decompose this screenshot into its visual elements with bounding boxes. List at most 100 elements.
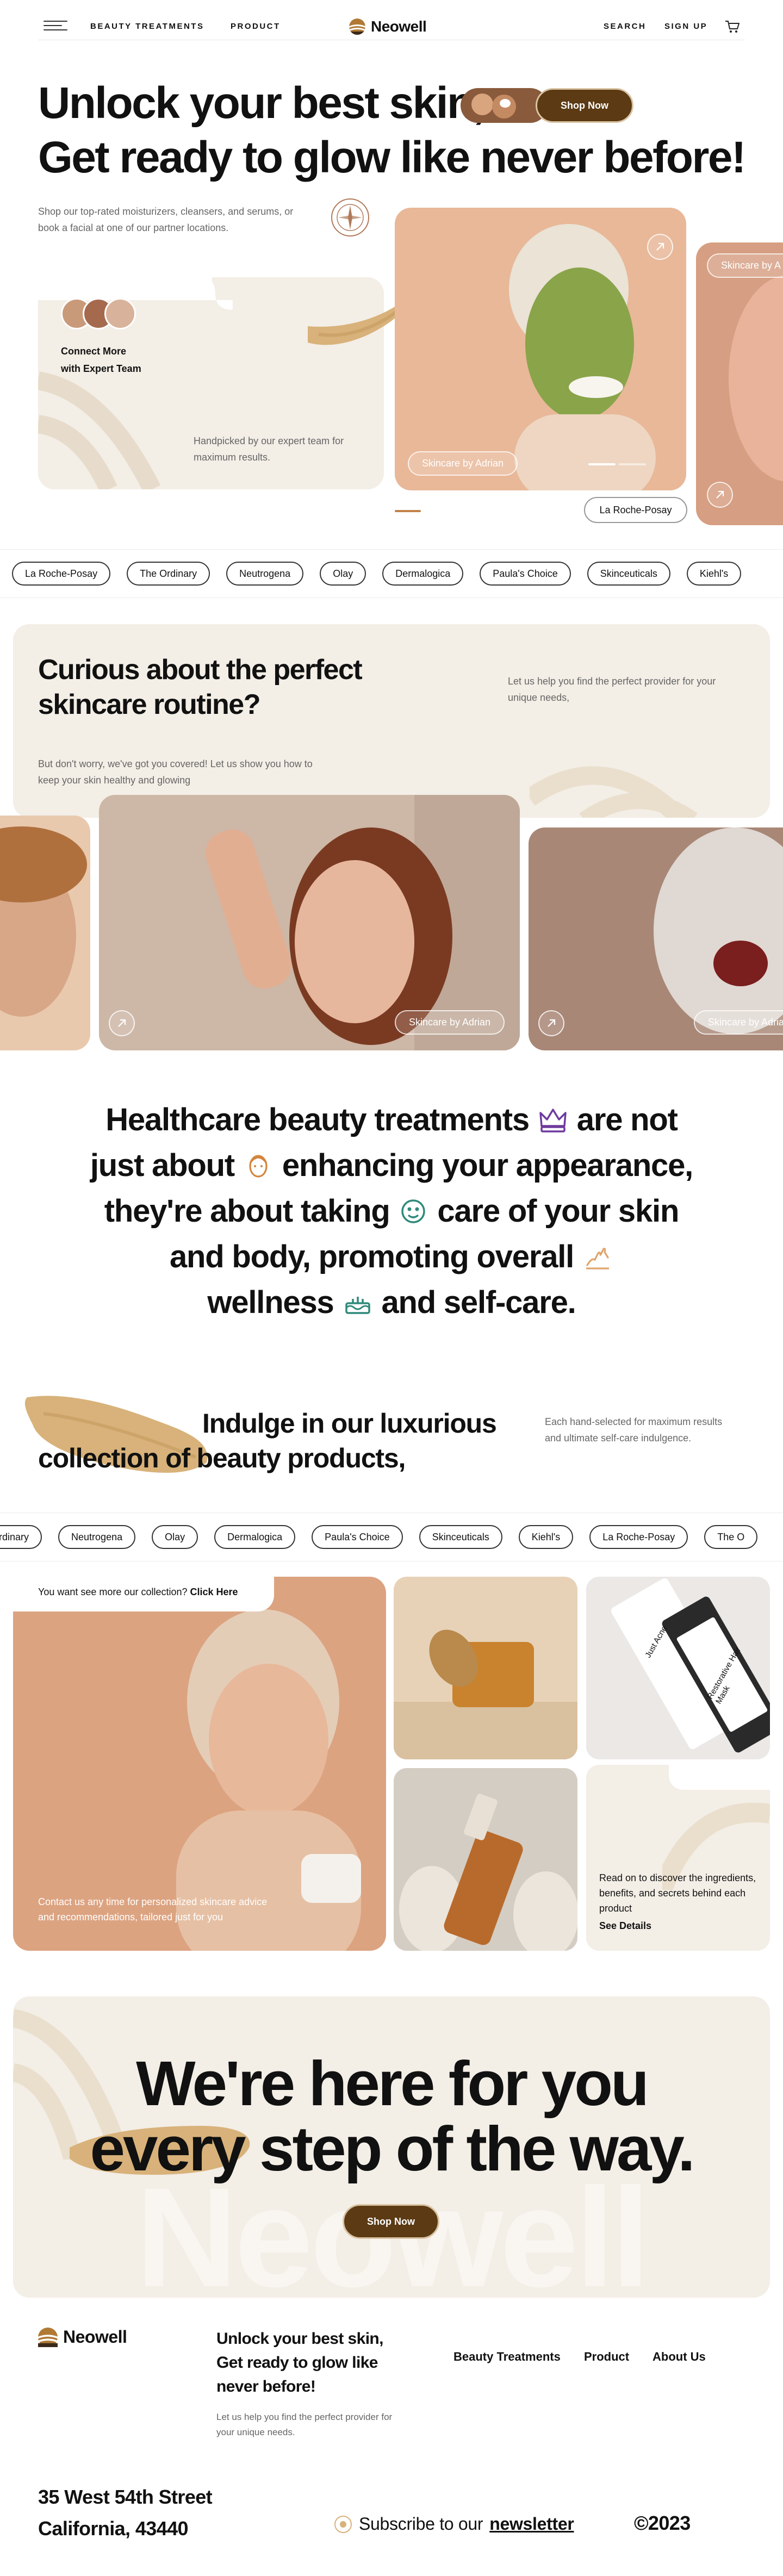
mission-text: Healthcare beauty treatments — [105, 1102, 530, 1137]
arrow-up-right-icon — [656, 242, 664, 251]
arrow-up-right-icon — [548, 1019, 556, 1027]
click-here-link[interactable]: Click Here — [190, 1586, 238, 1597]
face-mask-icon — [401, 1199, 426, 1223]
logo-icon — [349, 18, 365, 35]
photo-tag: Skincare by Adrian — [408, 451, 518, 476]
hero-title-line-1: Unlock your best skin, — [38, 78, 485, 128]
nav-beauty-treatments[interactable]: BEAUTY TREATMENTS — [90, 22, 204, 31]
mission-text: they're about taking — [104, 1193, 390, 1229]
footer-logo[interactable]: Neowell — [38, 2327, 127, 2347]
hero-thumbnail — [461, 88, 548, 123]
arrow-up-right-icon — [118, 1019, 126, 1027]
team-title-line-2: with Expert Team — [61, 363, 141, 374]
brand-pill[interactable]: Kiehl's — [518, 1525, 574, 1549]
routine-title: Curious about the perfect skincare routi… — [38, 652, 363, 722]
logo[interactable]: Neowell — [349, 17, 427, 36]
brand-pill[interactable]: Paula's Choice — [312, 1525, 403, 1549]
footer-link-product[interactable]: Product — [584, 2350, 629, 2364]
mission-statement: Healthcare beauty treatments are not jus… — [54, 1097, 729, 1326]
avatar — [104, 298, 136, 329]
logo-text: Neowell — [371, 18, 427, 35]
hero-photo: Skincare by Adrian — [395, 208, 686, 490]
brand-list: La Roche-Posay The Ordinary Neutrogena Olay… — [12, 562, 742, 586]
brand-pill[interactable]: Skinceuticals — [419, 1525, 502, 1549]
expand-button[interactable] — [647, 234, 673, 260]
mission-text: enhancing your appearance, — [282, 1148, 693, 1183]
more-collection-note: You want see more our collection? Click … — [38, 1586, 238, 1598]
search-link[interactable]: SEARCH — [604, 22, 646, 31]
address-line-2: California, 43440 — [38, 2517, 189, 2540]
photo-tag: Skincare by A — [707, 253, 783, 278]
crown-icon — [539, 1109, 567, 1133]
menu-icon[interactable] — [44, 21, 67, 32]
model-tile: Contact us any time for personalized ski… — [13, 1577, 386, 1951]
subscribe-text: Subscribe to our — [359, 2514, 483, 2534]
brand-pill[interactable]: La Roche-Posay — [589, 1525, 688, 1549]
expand-button[interactable] — [538, 1010, 564, 1036]
notch-curve — [189, 277, 233, 310]
brand-pill[interactable]: Neutrogena — [226, 562, 304, 586]
product-tile-serum[interactable] — [394, 1768, 577, 1951]
newsletter-link[interactable]: newsletter — [489, 2514, 574, 2534]
product-tile-tubes[interactable]: Just Acne Restorative Hair Mask — [586, 1577, 770, 1759]
slide-indicator — [619, 463, 646, 465]
brand-pill[interactable]: Olay — [320, 562, 366, 586]
arrow-up-right-icon — [716, 490, 724, 499]
brand-pill[interactable]: Kiehl's — [686, 562, 742, 586]
logo-icon — [38, 2327, 58, 2347]
mission-text: and self-care. — [381, 1285, 576, 1320]
collection-note: Each hand-selected for maximum results a… — [545, 1416, 723, 1443]
footer-logo-text: Neowell — [63, 2327, 127, 2347]
brand-pill[interactable]: The O — [704, 1525, 758, 1549]
shop-now-button[interactable]: Shop Now — [536, 88, 633, 123]
product-tile-jar[interactable] — [394, 1577, 577, 1759]
brand-tag-button[interactable]: La Roche-Posay — [584, 497, 687, 523]
routine-title-line-2: skincare routine? — [38, 689, 260, 720]
routine-help-text: Let us help you find the perfect provide… — [508, 676, 716, 703]
cart-icon[interactable] — [724, 20, 741, 34]
footer-title: Unlock your best skin, Get ready to glow… — [216, 2330, 383, 2395]
photo-tag: Skincare by Adrian — [395, 1010, 505, 1035]
nav-product[interactable]: PRODUCT — [231, 22, 281, 31]
mission-text: wellness — [207, 1285, 334, 1320]
hero-title-line-2: Get ready to glow like never before! — [38, 133, 746, 182]
read-more-text: Read on to discover the ingredients, ben… — [599, 1872, 756, 1914]
contact-text: Contact us any time for personalized ski… — [38, 1896, 268, 1922]
cta-title-line-2: every step of the way. — [90, 2113, 695, 2184]
cta-shop-now-button[interactable]: Shop Now — [343, 2204, 439, 2239]
brand-pill[interactable]: Neutrogena — [58, 1525, 136, 1549]
side-photo: Skincare by A — [696, 242, 783, 525]
header: BEAUTY TREATMENTS PRODUCT Neowell SEARCH… — [38, 13, 745, 40]
card-notch — [669, 1765, 770, 1790]
brand-pill[interactable]: Paula's Choice — [480, 562, 571, 586]
mission-text: are not — [576, 1102, 678, 1137]
brand-pill[interactable]: Dermalogica — [382, 562, 464, 586]
brand-pill[interactable]: Ordinary — [0, 1525, 42, 1549]
brand-pill[interactable]: Dermalogica — [214, 1525, 296, 1549]
brand-pill[interactable]: The Ordinary — [127, 562, 210, 586]
more-collection-text: You want see more our collection? — [38, 1586, 188, 1597]
sign-up-link[interactable]: SIGN UP — [664, 22, 707, 31]
brand-list: Ordinary Neutrogena Olay Dermalogica Paula's… — [0, 1525, 758, 1549]
expand-button[interactable] — [707, 482, 733, 508]
routine-photo-left — [0, 816, 90, 1050]
subscribe-row: Subscribe to our newsletter — [334, 2514, 574, 2534]
brand-pill[interactable]: Skinceuticals — [587, 562, 670, 586]
brand-pill[interactable]: Olay — [152, 1525, 198, 1549]
team-title-line-1: Connect More — [61, 346, 127, 357]
routine-title-line-1: Curious about the perfect — [38, 654, 363, 686]
routine-photo-main: Skincare by Adrian — [99, 795, 520, 1050]
collection-title-line-2: collection of beauty products, — [38, 1443, 406, 1473]
brand-pill[interactable]: La Roche-Posay — [12, 562, 111, 586]
photo-tag: Skincare by Adrian — [694, 1010, 783, 1035]
cta-title-line-1: We're here for you — [136, 2048, 649, 2119]
footer-link-about-us[interactable]: About Us — [652, 2350, 706, 2364]
footer-link-beauty-treatments[interactable]: Beauty Treatments — [453, 2350, 561, 2364]
footer-address: 35 West 54th Street California, 43440 — [38, 2481, 213, 2544]
carousel-indicator — [395, 510, 421, 512]
routine-photo-right: Skincare by Adrian — [529, 827, 783, 1050]
see-details-link[interactable]: See Details — [599, 1920, 651, 1932]
copyright: ©2023 — [634, 2512, 691, 2534]
address-line-1: 35 West 54th Street — [38, 2486, 213, 2508]
expand-button[interactable] — [109, 1010, 135, 1036]
